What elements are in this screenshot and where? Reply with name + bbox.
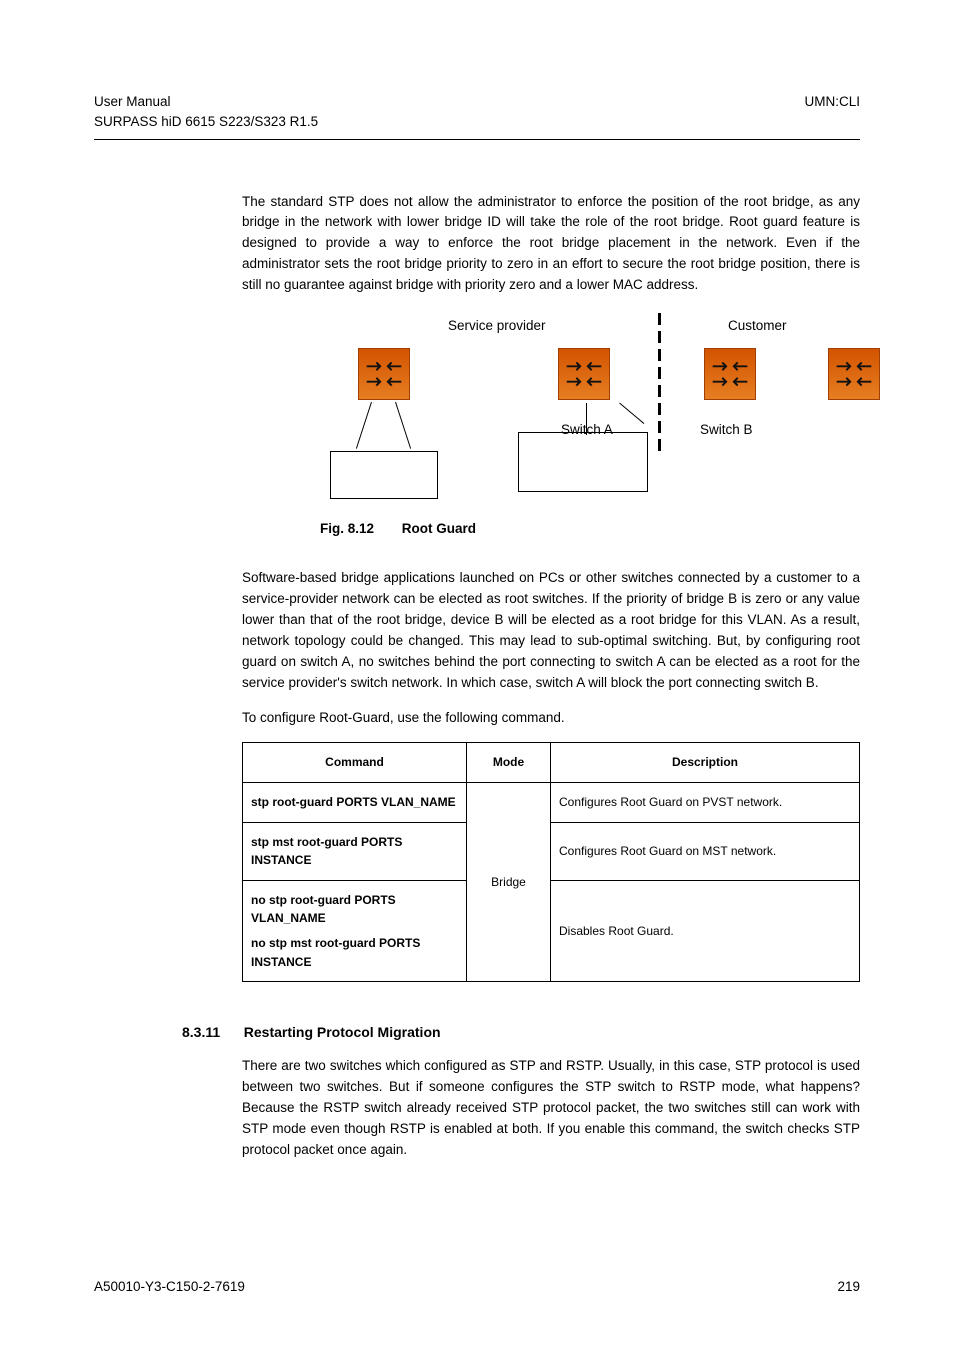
cmd-text: no stp root-guard PORTS VLAN_NAME bbox=[251, 893, 396, 926]
switch-icon bbox=[704, 348, 756, 400]
section-heading: 8.3.11 Restarting Protocol Migration bbox=[182, 1022, 860, 1044]
figure-number: Fig. 8.12 bbox=[320, 521, 374, 536]
section-paragraph: There are two switches which configured … bbox=[242, 1056, 860, 1161]
customer-label: Customer bbox=[728, 316, 787, 337]
diagram-line bbox=[395, 402, 411, 449]
cmd-text: stp root-guard PORTS VLAN_NAME bbox=[251, 795, 456, 809]
section-number: 8.3.11 bbox=[182, 1022, 240, 1044]
mode-cell: Bridge bbox=[467, 783, 551, 982]
figure-caption: Fig. 8.12 Root Guard bbox=[320, 519, 860, 540]
header-product-line: SURPASS hiD 6615 S223/S323 R1.5 bbox=[94, 112, 318, 132]
footer-page-number: 219 bbox=[837, 1279, 860, 1294]
diagram-box bbox=[330, 451, 438, 499]
switch-a-label: Switch A bbox=[561, 420, 613, 441]
switch-icon bbox=[828, 348, 880, 400]
diagram-line bbox=[356, 402, 372, 449]
th-mode: Mode bbox=[467, 743, 551, 783]
root-guard-diagram: Service provider Customer bbox=[338, 316, 858, 511]
desc-cell: Configures Root Guard on PVST network. bbox=[551, 783, 860, 823]
page-footer: A50010-Y3-C150-2-7619 219 bbox=[94, 1279, 860, 1294]
section-title: Restarting Protocol Migration bbox=[244, 1024, 441, 1040]
switch-icon bbox=[558, 348, 610, 400]
desc-cell: Configures Root Guard on MST network. bbox=[551, 822, 860, 880]
switch-icon bbox=[358, 348, 410, 400]
page-header: User Manual SURPASS hiD 6615 S223/S323 R… bbox=[94, 92, 860, 140]
command-table: Command Mode Description stp root-guard … bbox=[242, 742, 860, 982]
table-row: stp root-guard PORTS VLAN_NAME Bridge Co… bbox=[243, 783, 860, 823]
instruction-paragraph: To configure Root-Guard, use the followi… bbox=[242, 708, 860, 729]
table-row: stp mst root-guard PORTS INSTANCE Config… bbox=[243, 822, 860, 880]
intro-paragraph: The standard STP does not allow the admi… bbox=[242, 192, 860, 297]
cmd-text: no stp mst root-guard PORTS INSTANCE bbox=[251, 936, 420, 969]
diagram-line bbox=[619, 403, 644, 424]
header-doc-code: UMN:CLI bbox=[804, 92, 860, 112]
diagram-box bbox=[518, 432, 648, 492]
switch-b-label: Switch B bbox=[700, 420, 753, 441]
table-row: no stp root-guard PORTS VLAN_NAME no stp… bbox=[243, 880, 860, 981]
th-description: Description bbox=[551, 743, 860, 783]
service-provider-label: Service provider bbox=[448, 316, 546, 337]
footer-doc-id: A50010-Y3-C150-2-7619 bbox=[94, 1279, 245, 1294]
figure-title: Root Guard bbox=[402, 521, 476, 536]
th-command: Command bbox=[243, 743, 467, 783]
header-manual-title: User Manual bbox=[94, 92, 318, 112]
cmd-text: stp mst root-guard PORTS INSTANCE bbox=[251, 835, 402, 868]
explanation-paragraph: Software-based bridge applications launc… bbox=[242, 568, 860, 694]
desc-cell: Disables Root Guard. bbox=[551, 880, 860, 981]
